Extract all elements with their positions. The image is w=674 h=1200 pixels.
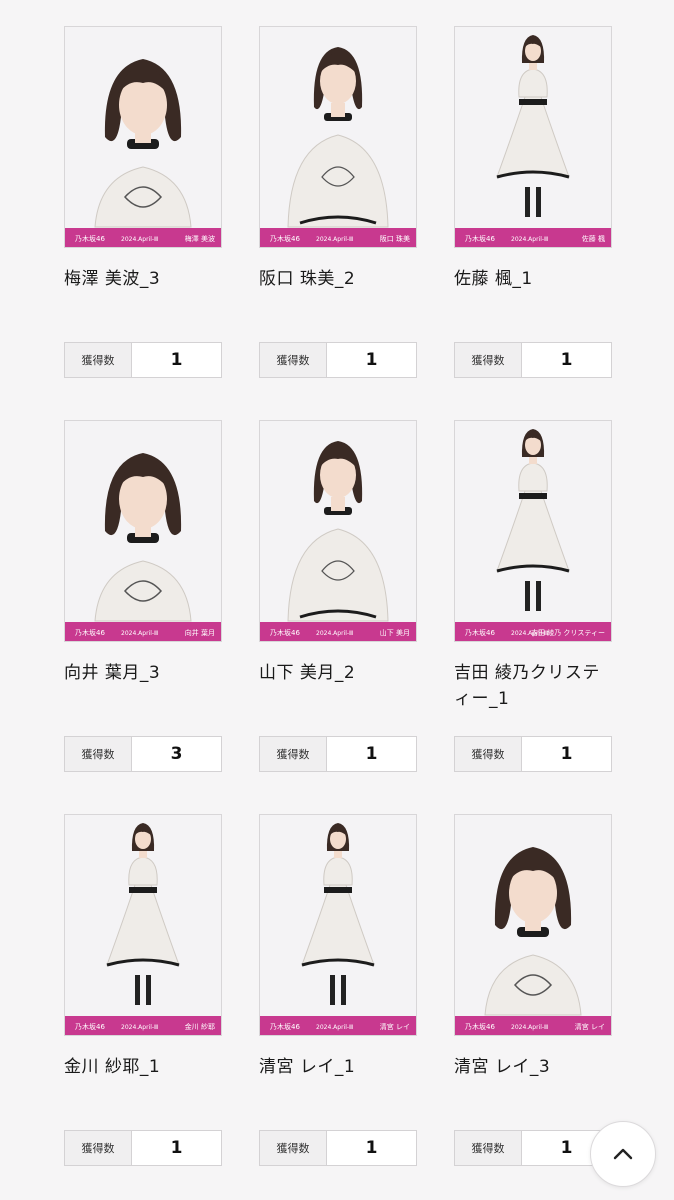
brand-logo-text: 乃木坂46	[270, 234, 300, 243]
photo-date-text: 2024.April-Ⅲ	[511, 1024, 548, 1031]
count-label: 獲得数	[260, 343, 327, 377]
acquired-count-box: 獲得数 1	[259, 1130, 417, 1166]
brand-logo-text: 乃木坂46	[270, 1022, 300, 1031]
scroll-to-top-button[interactable]	[590, 1121, 656, 1187]
photo-card[interactable]: 乃木坂46 2024.April-Ⅲ 佐藤 楓佐藤 楓_1 獲得数 1	[454, 26, 612, 420]
photo-collection-page: 乃木坂46 2024.April-Ⅲ 梅澤 美波 梅澤 美波_3 獲得数 1 乃木坂46 20…	[0, 0, 674, 1200]
member-photo[interactable]: 乃木坂46 2024.April-Ⅲ 清宮 レイ	[259, 814, 417, 1036]
photo-card[interactable]: 乃木坂46 2024.April-Ⅲ 吉田 綾乃 クリスティー吉田 綾乃クリスティー…	[454, 420, 612, 814]
member-name: 金川 紗耶_1	[64, 1057, 161, 1077]
photo-caption-name: 清宮 レイ	[380, 1022, 410, 1031]
member-name: 清宮 レイ_1	[259, 1057, 356, 1077]
count-label: 獲得数	[65, 737, 132, 771]
member-photo[interactable]: 乃木坂46 2024.April-Ⅲ 山下 美月	[259, 420, 417, 642]
member-name: 梅澤 美波_3	[64, 269, 161, 289]
count-value: 1	[560, 350, 573, 370]
member-name: 向井 葉月_3	[64, 663, 161, 683]
count-value: 1	[365, 1138, 378, 1158]
acquired-count-box: 獲得数 1	[64, 1130, 222, 1166]
acquired-count-box: 獲得数 1	[454, 736, 612, 772]
photo-caption-name: 吉田 綾乃 クリスティー	[531, 628, 605, 637]
photo-card[interactable]: 乃木坂46 2024.April-Ⅲ 阪口 珠美阪口 珠美_2 獲得数 1	[259, 26, 417, 420]
brand-logo-text: 乃木坂46	[75, 1022, 105, 1031]
member-photo[interactable]: 乃木坂46 2024.April-Ⅲ 清宮 レイ	[454, 814, 612, 1036]
member-photo[interactable]: 乃木坂46 2024.April-Ⅲ 梅澤 美波	[64, 26, 222, 248]
brand-logo-text: 乃木坂46	[75, 628, 105, 637]
count-label: 獲得数	[65, 1131, 132, 1165]
member-photo[interactable]: 乃木坂46 2024.April-Ⅲ 阪口 珠美	[259, 26, 417, 248]
photo-card[interactable]: 乃木坂46 2024.April-Ⅲ 清宮 レイ清宮 レイ_1 獲得数 1	[259, 814, 417, 1200]
member-photo[interactable]: 乃木坂46 2024.April-Ⅲ 吉田 綾乃 クリスティー	[454, 420, 612, 642]
brand-logo-text: 乃木坂46	[465, 234, 495, 243]
count-label: 獲得数	[455, 1131, 522, 1165]
member-name: 佐藤 楓_1	[454, 269, 533, 289]
photo-date-text: 2024.April-Ⅲ	[316, 630, 353, 637]
count-label: 獲得数	[455, 343, 522, 377]
photo-caption-name: 佐藤 楓	[582, 234, 605, 243]
photo-caption-name: 梅澤 美波	[185, 234, 215, 243]
count-value: 3	[170, 744, 183, 764]
photo-caption-name: 向井 葉月	[185, 628, 215, 637]
member-photo[interactable]: 乃木坂46 2024.April-Ⅲ 向井 葉月	[64, 420, 222, 642]
brand-logo-text: 乃木坂46	[465, 1022, 495, 1031]
member-name: 阪口 珠美_2	[259, 269, 356, 289]
photo-date-text: 2024.April-Ⅲ	[121, 630, 158, 637]
acquired-count-box: 獲得数 1	[259, 342, 417, 378]
brand-logo-text: 乃木坂46	[75, 234, 105, 243]
count-value: 1	[170, 350, 183, 370]
acquired-count-box: 獲得数 1	[454, 342, 612, 378]
photo-caption-name: 金川 紗耶	[185, 1022, 215, 1031]
photo-card[interactable]: 乃木坂46 2024.April-Ⅲ 清宮 レイ清宮 レイ_3 獲得数 1	[454, 814, 612, 1200]
member-name: 山下 美月_2	[259, 663, 356, 683]
member-photo[interactable]: 乃木坂46 2024.April-Ⅲ 佐藤 楓	[454, 26, 612, 248]
acquired-count-box: 獲得数 1	[64, 342, 222, 378]
member-name: 吉田 綾乃クリスティー_1	[454, 663, 600, 709]
photo-caption-name: 清宮 レイ	[575, 1022, 605, 1031]
count-value: 1	[560, 744, 573, 764]
count-value: 1	[365, 744, 378, 764]
member-name: 清宮 レイ_3	[454, 1057, 551, 1077]
photo-card[interactable]: 乃木坂46 2024.April-Ⅲ 向井 葉月向井 葉月_3 獲得数 3	[64, 420, 222, 814]
brand-logo-text: 乃木坂46	[465, 628, 495, 637]
photo-caption-name: 山下 美月	[380, 628, 410, 637]
photo-date-text: 2024.April-Ⅲ	[316, 236, 353, 243]
photo-date-text: 2024.April-Ⅲ	[121, 1024, 158, 1031]
photo-card[interactable]: 乃木坂46 2024.April-Ⅲ 金川 紗耶金川 紗耶_1 獲得数 1	[64, 814, 222, 1200]
count-value: 1	[365, 350, 378, 370]
photo-caption-name: 阪口 珠美	[380, 234, 410, 243]
chevron-up-icon	[613, 1148, 633, 1160]
acquired-count-box: 獲得数 1	[454, 1130, 612, 1166]
photo-card[interactable]: 乃木坂46 2024.April-Ⅲ 山下 美月山下 美月_2 獲得数 1	[259, 420, 417, 814]
count-label: 獲得数	[65, 343, 132, 377]
photo-card[interactable]: 乃木坂46 2024.April-Ⅲ 梅澤 美波梅澤 美波_3 獲得数 1	[64, 26, 222, 420]
photo-grid: 乃木坂46 2024.April-Ⅲ 梅澤 美波 梅澤 美波_3 獲得数 1 乃木坂46 20…	[64, 26, 612, 1200]
acquired-count-box: 獲得数 3	[64, 736, 222, 772]
count-label: 獲得数	[260, 1131, 327, 1165]
count-label: 獲得数	[455, 737, 522, 771]
photo-date-text: 2024.April-Ⅲ	[511, 236, 548, 243]
acquired-count-box: 獲得数 1	[259, 736, 417, 772]
photo-date-text: 2024.April-Ⅲ	[121, 236, 158, 243]
brand-logo-text: 乃木坂46	[270, 628, 300, 637]
count-label: 獲得数	[260, 737, 327, 771]
count-value: 1	[170, 1138, 183, 1158]
photo-date-text: 2024.April-Ⅲ	[316, 1024, 353, 1031]
member-photo[interactable]: 乃木坂46 2024.April-Ⅲ 金川 紗耶	[64, 814, 222, 1036]
